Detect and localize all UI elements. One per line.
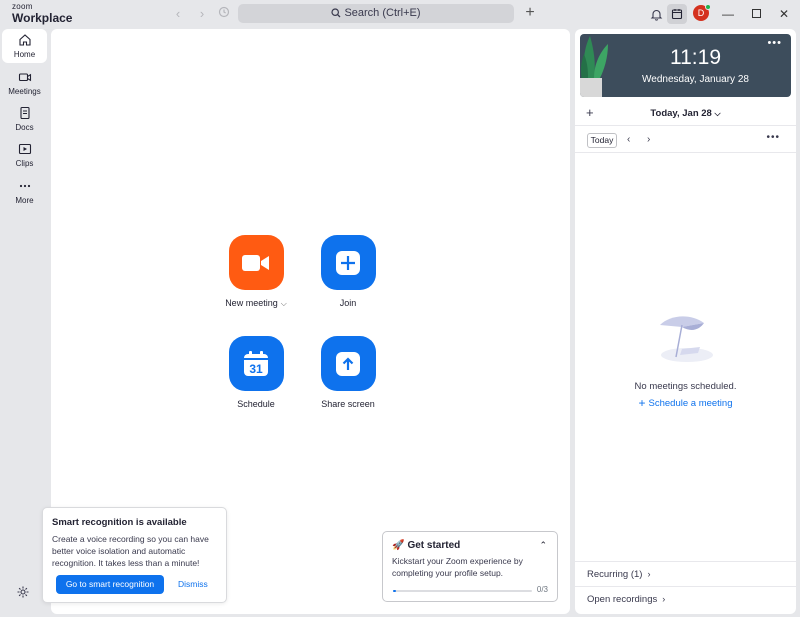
open-recordings-label: Open recordings <box>587 594 658 605</box>
chevron-up-icon[interactable]: ⌃ <box>539 540 547 551</box>
new-meeting-label: New meeting <box>225 298 278 308</box>
rocket-icon: 🚀 <box>392 540 405 551</box>
beach-umbrella-icon <box>660 316 713 362</box>
history-icon[interactable] <box>216 6 232 22</box>
share-screen-button[interactable] <box>320 336 376 391</box>
logo-workplace-text: Workplace <box>12 11 73 25</box>
clock-widget: 11:19 Wednesday, January 28 ••• <box>580 34 791 97</box>
new-meeting-action: New meeting ⌵ <box>211 235 301 309</box>
calendar-day-number: 31 <box>249 362 263 376</box>
progress-fill <box>393 590 396 592</box>
get-started-card: 🚀 Get started ⌃ Kickstart your Zoom exper… <box>382 531 558 602</box>
maximize-icon[interactable] <box>747 5 765 23</box>
sidebar-item-meetings[interactable]: Meetings <box>2 66 47 100</box>
dismiss-link[interactable]: Dismiss <box>178 575 208 594</box>
sidebar-item-label: More <box>15 196 34 205</box>
calendar-nav: Today ‹ › ••• <box>575 129 796 153</box>
join-button[interactable] <box>320 235 376 290</box>
clips-icon <box>18 143 31 155</box>
calendar-header: + Today, Jan 28 ⌵ <box>575 102 796 126</box>
calendar-date-selector[interactable]: Today, Jan 28 ⌵ <box>575 108 796 119</box>
sidebar-item-label: Docs <box>15 123 34 132</box>
plus-icon <box>336 250 360 275</box>
calendar-icon: 31 <box>244 350 268 376</box>
logo-zoom-text: zoom <box>12 2 33 11</box>
chevron-right-icon[interactable]: › <box>647 134 650 145</box>
more-icon <box>19 184 30 188</box>
schedule-meeting-label: Schedule a meeting <box>648 398 733 409</box>
smart-recognition-popup: Smart recognition is available Create a … <box>42 507 227 603</box>
sidebar-item-docs[interactable]: Docs <box>2 102 47 136</box>
new-meeting-button[interactable] <box>228 235 284 290</box>
close-icon[interactable]: ✕ <box>775 5 793 23</box>
recurring-label: Recurring (1) <box>587 569 643 580</box>
share-arrow-icon <box>336 351 360 376</box>
presence-status-dot <box>705 4 711 10</box>
video-camera-icon <box>242 254 269 271</box>
settings-gear-icon[interactable] <box>16 585 30 599</box>
chevron-left-icon[interactable]: ‹ <box>627 134 630 145</box>
chevron-down-icon: ⌵ <box>714 109 721 118</box>
sidebar-item-clips[interactable]: Clips <box>2 138 47 172</box>
chevron-right-icon: › <box>662 594 666 604</box>
sidebar-item-label: Meetings <box>8 87 41 96</box>
no-meetings-text: No meetings scheduled. <box>634 381 737 392</box>
back-arrow-icon[interactable]: ‹ <box>170 6 186 22</box>
sidebar-item-home[interactable]: Home <box>2 29 47 63</box>
chevron-right-icon: › <box>647 569 651 579</box>
bell-icon[interactable] <box>647 5 665 23</box>
go-to-smart-recognition-button[interactable]: Go to smart recognition <box>56 575 164 594</box>
app-logo: zoom Workplace <box>12 2 73 25</box>
progress-count: 0/3 <box>536 585 548 594</box>
sidebar-item-more[interactable]: More <box>2 175 47 209</box>
home-icon <box>18 34 31 46</box>
chevron-down-icon[interactable]: ⌵ <box>281 299 287 308</box>
more-options-icon[interactable]: ••• <box>767 37 782 49</box>
forward-arrow-icon[interactable]: › <box>194 6 210 22</box>
get-started-title: Get started <box>407 540 461 551</box>
schedule-meeting-link[interactable]: + Schedule a meeting <box>575 396 796 410</box>
search-icon <box>331 8 341 18</box>
share-screen-label: Share screen <box>321 399 375 409</box>
search-bar[interactable]: Search (Ctrl+E) <box>238 4 514 23</box>
calendar-date-label: Today, Jan 28 <box>650 108 712 119</box>
schedule-button[interactable]: 31 <box>228 336 284 391</box>
calendar-panel: 11:19 Wednesday, January 28 ••• + Today,… <box>575 29 796 614</box>
sidebar-item-label: Home <box>13 50 36 59</box>
popup-body: Create a voice recording so you can have… <box>52 534 209 568</box>
clock-date: Wednesday, January 28 <box>642 74 749 85</box>
progress-bar <box>393 590 532 592</box>
new-tab-button[interactable]: + <box>522 5 538 21</box>
docs-icon <box>19 106 30 120</box>
video-icon <box>18 73 31 82</box>
sidebar-item-label: Clips <box>15 159 34 168</box>
share-screen-action: Share screen <box>303 336 393 409</box>
get-started-body: Kickstart your Zoom experience by comple… <box>392 556 523 578</box>
today-button[interactable]: Today <box>587 133 617 148</box>
clock-time: 11:19 <box>670 46 721 69</box>
join-action: Join <box>303 235 393 308</box>
schedule-label: Schedule <box>237 399 275 409</box>
whiteboard-icon[interactable] <box>667 4 687 24</box>
search-placeholder: Search (Ctrl+E) <box>344 7 421 19</box>
open-recordings-row[interactable]: Open recordings › <box>575 586 796 611</box>
title-bar: zoom Workplace ‹ › Search (Ctrl+E) + D —… <box>0 0 800 28</box>
plus-icon: + <box>638 396 646 410</box>
minimize-icon[interactable]: — <box>719 5 737 23</box>
popup-title: Smart recognition is available <box>52 517 187 528</box>
schedule-action: 31 Schedule <box>211 336 301 409</box>
join-label: Join <box>339 298 357 308</box>
recurring-row[interactable]: Recurring (1) › <box>575 561 796 586</box>
calendar-options-icon[interactable]: ••• <box>766 132 780 143</box>
